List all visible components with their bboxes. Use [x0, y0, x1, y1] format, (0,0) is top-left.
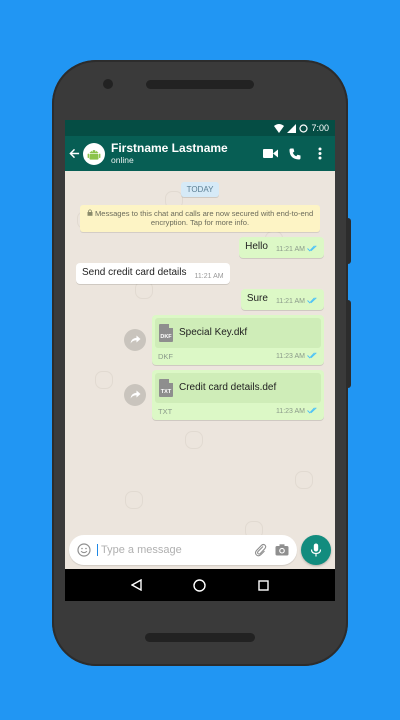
document-icon-label: DKF [160, 333, 172, 340]
bottom-speaker [145, 633, 255, 642]
file-message[interactable]: DKF Special Key.dkf DKF 11:23 AM [152, 314, 324, 365]
encryption-notice[interactable]: Messages to this chat and calls are now … [80, 205, 320, 232]
message-text: Hello [245, 240, 268, 252]
contact-status: online [111, 154, 134, 165]
outgoing-message[interactable]: Hello 11:21 AM [239, 236, 324, 258]
mic-icon[interactable] [301, 535, 331, 565]
read-ticks-icon [307, 407, 318, 416]
message-meta: 11:21 AM [276, 245, 318, 254]
contact-name: Firstname Lastname [111, 140, 228, 155]
read-ticks-icon [307, 297, 318, 306]
document-icon: DKF [159, 323, 173, 342]
file-name: Credit card details.def [179, 382, 277, 394]
message-time: 11:23 AM [275, 352, 305, 360]
file-type: DKF [158, 351, 173, 361]
message-time: 11:21 AM [275, 245, 305, 253]
message-input-box [69, 535, 297, 565]
nav-back-icon[interactable] [127, 575, 147, 595]
file-type: TXT [158, 406, 173, 416]
message-meta: 11:23 AM [276, 352, 318, 361]
file-meta: TXT 11:23 AM [155, 403, 321, 417]
date-label: TODAY [180, 182, 220, 197]
forward-icon[interactable] [124, 383, 146, 406]
wifi-icon [274, 123, 285, 133]
signal-icon [287, 123, 297, 133]
message-row: Hello 11:21 AM [65, 236, 335, 258]
nav-home-icon[interactable] [190, 575, 210, 595]
document-icon: TXT [159, 378, 173, 397]
phone-screen: 7:00 Firstname Lastname online TODAY Mes… [65, 120, 335, 601]
more-vert-icon[interactable] [309, 143, 331, 165]
android-avatar-icon[interactable] [83, 142, 105, 165]
lock-icon [87, 209, 95, 218]
message-time: 11:21 AM [275, 297, 305, 305]
contact-info[interactable]: Firstname Lastname online [111, 140, 256, 166]
message-composer [65, 531, 335, 569]
file-message-row: DKF Special Key.dkf DKF 11:23 AM [65, 314, 335, 365]
file-meta: DKF 11:23 AM [155, 348, 321, 362]
incoming-message[interactable]: Send credit card details 11:21 AM [76, 262, 230, 284]
read-ticks-icon [307, 352, 318, 361]
message-text: Send credit card details [82, 266, 187, 278]
phone-icon[interactable] [284, 143, 306, 165]
alarm-icon [299, 123, 309, 133]
message-row: Send credit card details 11:21 AM [65, 262, 335, 284]
file-attachment[interactable]: TXT Credit card details.def [155, 372, 321, 403]
camera-icon[interactable] [273, 541, 291, 559]
message-time: 11:23 AM [275, 407, 305, 415]
power-button [346, 300, 351, 388]
message-row: Sure 11:21 AM [65, 288, 335, 310]
forward-icon[interactable] [124, 328, 146, 351]
read-ticks-icon [307, 245, 318, 254]
file-message-row: TXT Credit card details.def TXT 11:23 AM [65, 369, 335, 420]
earpiece-speaker [146, 80, 254, 89]
outgoing-message[interactable]: Sure 11:21 AM [240, 288, 324, 310]
video-call-icon[interactable] [259, 143, 281, 165]
status-bar: 7:00 [65, 120, 335, 136]
front-camera [103, 79, 113, 89]
chat-header: Firstname Lastname online [65, 136, 335, 171]
message-text: Sure [246, 292, 268, 304]
date-divider: TODAY [65, 179, 335, 197]
file-attachment[interactable]: DKF Special Key.dkf [155, 317, 321, 348]
emoji-icon[interactable] [75, 541, 93, 559]
message-meta: 11:21 AM [276, 297, 318, 306]
message-meta: 11:21 AM [195, 273, 224, 280]
status-time: 7:00 [311, 123, 329, 133]
attach-icon[interactable] [251, 541, 269, 559]
back-arrow-icon[interactable] [67, 148, 81, 159]
android-nav-bar [65, 569, 335, 601]
chat-area: TODAY Messages to this chat and calls ar… [65, 171, 335, 551]
message-time: 11:21 AM [194, 272, 224, 280]
encryption-notice-text: Messages to this chat and calls are now … [94, 209, 314, 228]
volume-button [346, 218, 351, 264]
nav-recents-icon[interactable] [253, 575, 273, 595]
file-name: Special Key.dkf [179, 327, 248, 339]
message-input[interactable] [97, 544, 247, 556]
file-message[interactable]: TXT Credit card details.def TXT 11:23 AM [152, 369, 324, 420]
message-meta: 11:23 AM [276, 407, 318, 416]
document-icon-label: TXT [160, 388, 172, 395]
